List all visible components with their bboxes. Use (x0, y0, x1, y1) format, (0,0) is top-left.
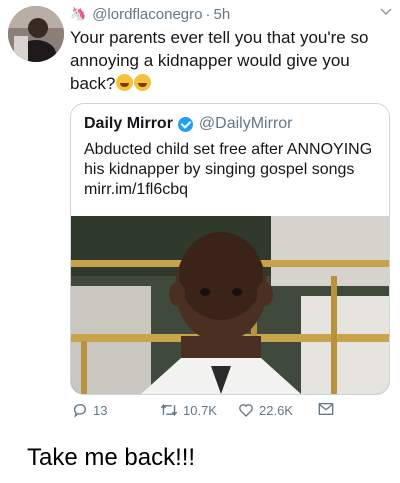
news-photo[interactable] (71, 216, 389, 394)
chevron-down-icon[interactable] (380, 8, 392, 16)
like-icon (239, 404, 253, 417)
quoted-handle[interactable]: @DailyMirror (199, 115, 293, 133)
like-count: 22.6K (259, 402, 293, 418)
verified-badge-icon (177, 116, 193, 132)
avatar[interactable] (8, 6, 64, 62)
message-button[interactable] (318, 402, 339, 416)
reply-button[interactable]: 13 (72, 402, 107, 418)
retweet-button[interactable]: 10.7K (160, 402, 217, 418)
laughing-emoji-icon (134, 74, 152, 91)
message-icon (318, 403, 334, 415)
tweet-actions: 13 10.7K 22.6K (72, 402, 392, 424)
tweet-text-content: Your parents ever tell you that you're s… (70, 28, 369, 93)
quoted-name[interactable]: Daily Mirror (84, 115, 173, 133)
laughing-emoji-icon (116, 74, 134, 91)
caption-text: Take me back!!! (27, 444, 196, 471)
user-handle[interactable]: @lordflaconegro (92, 6, 202, 23)
unicorn-icon: 🦄 (70, 6, 87, 21)
quoted-header: Daily Mirror @DailyMirror (84, 115, 293, 133)
tweet-header: 🦄 @lordflaconegro · 5h (70, 4, 390, 24)
retweet-count: 10.7K (183, 402, 217, 418)
quoted-tweet[interactable]: Daily Mirror @DailyMirror Abducted child… (70, 103, 390, 395)
tweet-text: Your parents ever tell you that you're s… (70, 26, 380, 95)
separator: · (205, 5, 211, 23)
reply-icon (73, 404, 86, 418)
reply-count: 13 (93, 402, 108, 418)
quoted-text: Abducted child set free after ANNOYING h… (84, 141, 373, 198)
like-button[interactable]: 22.6K (238, 402, 293, 418)
timestamp[interactable]: 5h (213, 6, 230, 23)
retweet-icon (160, 404, 178, 416)
tweet-card[interactable]: 🦄 @lordflaconegro · 5h Your parents ever… (0, 0, 400, 432)
